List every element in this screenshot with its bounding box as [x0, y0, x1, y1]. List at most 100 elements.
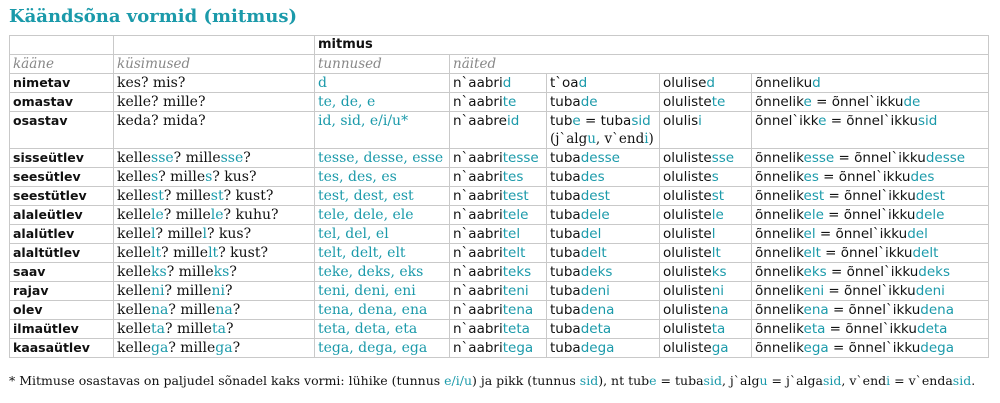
table-row: seestütlev kellest? millest? kust? test, d…	[9, 186, 990, 206]
text-segment: =	[890, 373, 909, 388]
text-segment: n`aabri	[453, 150, 503, 166]
table-row: omastav kelle? mille? te, de, e n`aabrite tu…	[9, 92, 990, 112]
column-header-questions: küsimused	[113, 54, 315, 74]
table-row: olev kellena? millena? tena, dena, ena n`aa…	[9, 300, 990, 320]
text-segment: n`aabri	[453, 340, 503, 356]
text-segment: est	[803, 188, 825, 204]
text-segment: ta	[151, 321, 165, 337]
case-name: seesütlev	[9, 167, 114, 187]
text-segment: õnnelik	[755, 321, 804, 337]
example-onnelik: õnnelikes = õnnel`ikkudes	[750, 167, 990, 187]
text-segment: = tuba	[580, 113, 632, 129]
text-segment: ele	[803, 207, 824, 223]
text-segment: .	[971, 373, 976, 388]
example-onnelik: õnnelikud	[750, 73, 990, 93]
text-segment: (j`alg	[550, 131, 588, 147]
text-segment: n`aabri	[453, 245, 503, 261]
case-markers: tena, dena, ena	[314, 300, 450, 320]
text-segment: dega	[920, 340, 954, 356]
table-row: rajav kelleni? milleni? teni, deni, eni n`a…	[9, 281, 990, 301]
text-segment: es	[803, 169, 819, 185]
case-question: kellena? millena?	[113, 300, 315, 320]
example-oluline: olulisi	[659, 111, 752, 149]
text-segment: j`alg	[729, 373, 760, 388]
example-tuba: tubadel	[546, 224, 660, 244]
case-markers: telt, delt, elt	[314, 243, 450, 263]
text-segment: desse	[925, 150, 966, 166]
text-segment: ta	[211, 321, 226, 337]
text-segment: kelle	[117, 245, 152, 261]
text-segment: kelle	[117, 283, 152, 299]
column-header-markers: tunnused	[314, 54, 450, 74]
example-oluline: olulistest	[659, 186, 752, 206]
text-segment: dena	[580, 302, 615, 318]
text-segment: õnnelik	[755, 207, 804, 223]
text-segment: olulis	[663, 113, 699, 129]
text-segment: tena	[502, 302, 534, 318]
text-segment: d	[706, 75, 715, 91]
case-markers: d	[314, 73, 450, 93]
text-segment: ks	[151, 264, 167, 280]
text-segment: = õnnel`ikku	[824, 188, 916, 204]
example-tuba: tubadelt	[546, 243, 660, 263]
text-segment: kes? mis?	[117, 75, 186, 91]
text-segment: tuba	[550, 207, 581, 223]
text-segment: kelle	[117, 302, 152, 318]
text-segment: tub	[628, 373, 650, 388]
text-segment: ks	[711, 264, 727, 280]
text-segment: n`aabri	[453, 207, 503, 223]
case-name: alaleütlev	[9, 205, 114, 225]
text-segment: keda? mida?	[117, 113, 206, 129]
text-segment: te	[502, 94, 517, 110]
text-segment: delt	[912, 245, 939, 261]
case-question: kelleks? milleks?	[113, 262, 315, 282]
text-segment: d	[502, 75, 512, 91]
example-tuba: tubadest	[546, 186, 660, 206]
text-segment: eks	[803, 264, 827, 280]
text-segment: kelle	[117, 264, 152, 280]
text-segment: tele	[502, 207, 529, 223]
text-segment: lt	[711, 245, 721, 261]
text-segment: sse	[711, 150, 735, 166]
text-segment: tuba	[550, 245, 581, 261]
case-name: osastav	[9, 111, 114, 149]
text-segment: õnneliku	[755, 75, 813, 91]
text-segment: ? mille	[165, 321, 212, 337]
text-segment: oluliste	[663, 207, 712, 223]
blank-cell	[113, 35, 315, 55]
text-segment: = õnnel`ikku	[824, 283, 916, 299]
text-segment: i	[698, 113, 702, 129]
text-segment: õnnelik	[755, 188, 804, 204]
case-question: kellele? millele? kuhu?	[113, 205, 315, 225]
text-segment: oluliste	[663, 94, 712, 110]
table-row: sisseütlev kellesse? millesse? tesse, dess…	[9, 148, 990, 168]
text-segment: id	[506, 113, 520, 129]
case-markers: te, de, e	[314, 92, 450, 112]
case-markers: tesse, desse, esse	[314, 148, 450, 168]
text-segment: ? kust?	[218, 245, 268, 261]
text-segment: õnnelik	[755, 340, 804, 356]
text-segment: tuba	[550, 340, 581, 356]
case-markers: tele, dele, ele	[314, 205, 450, 225]
example-oluline: olulistete	[659, 92, 752, 112]
text-segment: dele	[580, 207, 610, 223]
example-onnelik: õnnel`ikke = õnnel`ikkusid	[750, 111, 990, 149]
case-question: kelleni? milleni?	[113, 281, 315, 301]
number-header-row: mitmus	[9, 35, 990, 55]
text-segment: des	[580, 169, 605, 185]
example-onnelik: õnnelikeni = õnnel`ikkudeni	[750, 281, 990, 301]
example-naaber: n`aabriteni	[449, 281, 547, 301]
text-segment: tes	[502, 169, 524, 185]
text-segment: õnnelik	[755, 94, 804, 110]
text-segment: teta	[502, 321, 530, 337]
page-title: Käändsõna vormid (mitmus)	[9, 6, 297, 27]
example-oluline: olulistele	[659, 205, 752, 225]
number-header: mitmus	[313, 35, 990, 55]
text-segment: kelle	[117, 321, 152, 337]
text-segment: ? mille	[173, 150, 221, 166]
text-segment: ni	[211, 283, 225, 299]
text-segment: ? mille	[164, 283, 212, 299]
text-segment: ?	[243, 150, 251, 166]
text-segment: lt	[151, 245, 162, 261]
table-row: alalütlev kellel? millel? kus? tel, del, e…	[9, 224, 990, 244]
